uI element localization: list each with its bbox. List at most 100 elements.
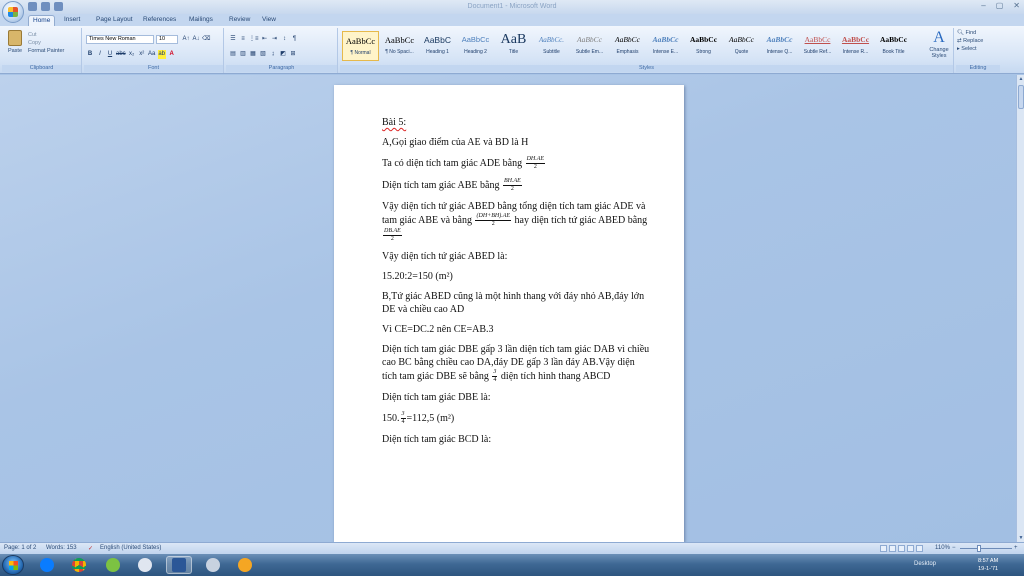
copy-button[interactable]: Copy [28,39,64,47]
style-no-spacing[interactable]: AaBbCc ¶ No Spaci... [381,31,418,61]
tab-mailings[interactable]: Mailings [185,15,217,26]
web-layout-icon[interactable] [898,545,905,552]
tab-view[interactable]: View [258,15,280,26]
outline-icon[interactable] [907,545,914,552]
line-spacing-icon[interactable]: ↨ [269,50,277,59]
print-layout-icon[interactable] [880,545,887,552]
decrease-indent-icon[interactable]: ⇤ [261,35,269,44]
tab-references[interactable]: References [139,15,180,26]
vertical-scrollbar[interactable]: ▲ ▼ [1016,75,1024,542]
list-buttons: ☰ ≡ ⋮≡ ⇤ ⇥ ↕ ¶ [229,35,299,44]
font-size-select[interactable]: 10 [156,35,178,44]
align-right-icon[interactable]: ▦ [249,50,257,59]
grow-font-icon[interactable]: A↑ [182,35,190,44]
align-left-icon[interactable]: ▤ [229,50,237,59]
style-subtle-emphasis[interactable]: AaBbCc Subtle Em... [571,31,608,61]
font-color-icon[interactable]: A [168,50,176,59]
italic-icon[interactable]: I [96,50,104,59]
minimize-icon[interactable]: – [981,1,985,10]
find-button[interactable]: 🔍︎ Find [957,29,983,37]
style-heading-2[interactable]: AaBbCc Heading 2 [457,31,494,61]
style-subtitle[interactable]: AaBbCc. Subtitle [533,31,570,61]
paint-icon[interactable] [132,556,158,574]
subscript-icon[interactable]: x₂ [128,50,136,59]
find-icon: 🔍︎ [957,30,966,36]
change-case-icon[interactable]: Aa [148,50,156,59]
page-count[interactable]: Page: 1 of 2 [4,545,36,551]
word-count[interactable]: Words: 153 [46,545,77,551]
find-label: Find [965,30,977,36]
desktop-toolbar-label[interactable]: Desktop [914,561,936,567]
select-button[interactable]: ▸ Select [957,45,983,53]
strikethrough-icon[interactable]: abc [116,50,126,59]
office-button[interactable] [2,1,24,23]
cut-button[interactable]: Cut [28,31,64,39]
close-icon[interactable]: ✕ [1013,1,1020,10]
shrink-font-icon[interactable]: A↓ [192,35,200,44]
style-strong[interactable]: AaBbCc Strong [685,31,722,61]
replace-button[interactable]: ⇄ Replace [957,37,983,45]
scroll-thumb[interactable] [1018,85,1024,109]
tab-page-layout[interactable]: Page Layout [92,15,137,26]
clear-format-icon[interactable]: ⌫ [202,35,210,44]
media-icon[interactable] [232,556,258,574]
document-area: Bài 5: A,Gọi giao điểm của AE và BD là H… [0,75,1016,542]
style-quote[interactable]: AaBbCc Quote [723,31,760,61]
bold-icon[interactable]: B [86,50,94,59]
borders-icon[interactable]: ⊞ [289,50,297,59]
doc-text: hay diện tích tứ giác ABED bằng [514,214,648,226]
font-name-select[interactable]: Times New Roman [86,35,154,44]
proofing-icon[interactable]: ✓ [88,545,93,552]
style-name: Subtitle [543,49,560,55]
bullets-icon[interactable]: ☰ [229,35,237,44]
style-book-title[interactable]: AaBbCc Book Title [875,31,912,61]
zalo-icon[interactable] [34,556,60,574]
style-name: ¶ Normal [350,50,371,56]
full-screen-icon[interactable] [889,545,896,552]
zoom-slider[interactable] [960,548,1012,549]
highlight-icon[interactable]: ab [157,50,166,59]
language-status[interactable]: English (United States) [100,545,161,551]
shading-icon[interactable]: ◩ [279,50,287,59]
document-page[interactable]: Bài 5: A,Gọi giao điểm của AE và BD là H… [334,85,684,542]
justify-icon[interactable]: ▧ [259,50,267,59]
style-heading-1[interactable]: AaBbC Heading 1 [419,31,456,61]
document-body[interactable]: Bài 5: A,Gọi giao điểm của AE và BD là H… [382,116,652,453]
paste-button[interactable]: Paste [6,30,24,60]
numbering-icon[interactable]: ≡ [239,35,247,44]
zoom-out-icon[interactable]: − [952,545,956,551]
style-subtle-reference[interactable]: AaBbCc Subtle Ref... [799,31,836,61]
app-icon[interactable] [100,556,126,574]
maximize-icon[interactable]: ▢ [996,1,1004,10]
scroll-up-icon[interactable]: ▲ [1017,76,1024,82]
draft-icon[interactable] [916,545,923,552]
zoom-level[interactable]: 110% [935,545,950,551]
format-painter-button[interactable]: Format Painter [28,47,64,55]
scroll-down-icon[interactable]: ▼ [1017,535,1024,541]
tab-review[interactable]: Review [225,15,254,26]
style-normal[interactable]: AaBbCc ¶ Normal [342,31,379,61]
style-intense-reference[interactable]: AaBbCc Intense R... [837,31,874,61]
style-intense-quote[interactable]: AaBbCc Intense Q... [761,31,798,61]
chrome-icon[interactable] [66,556,92,574]
tool-icon[interactable] [200,556,226,574]
style-title[interactable]: AaB Title [495,31,532,61]
sort-icon[interactable]: ↕ [281,35,289,44]
style-intense-emphasis[interactable]: AaBbCc Intense E... [647,31,684,61]
tab-insert[interactable]: Insert [60,15,84,26]
style-emphasis[interactable]: AaBbCc Emphasis [609,31,646,61]
system-clock[interactable]: 8:57 AM 19-1-'71 [978,557,998,573]
increase-indent-icon[interactable]: ⇥ [271,35,279,44]
multilevel-icon[interactable]: ⋮≡ [249,35,259,44]
start-button[interactable] [2,555,24,575]
superscript-icon[interactable]: x² [138,50,146,59]
show-marks-icon[interactable]: ¶ [291,35,299,44]
tab-home[interactable]: Home [28,15,56,26]
zoom-in-icon[interactable]: + [1014,545,1018,551]
zoom-slider-handle[interactable] [977,545,981,552]
align-center-icon[interactable]: ▥ [239,50,247,59]
change-styles-button[interactable]: A Change Styles [927,29,951,59]
word-icon[interactable] [166,556,192,574]
underline-icon[interactable]: U [106,50,114,59]
style-preview: AaBbCc [729,35,754,44]
